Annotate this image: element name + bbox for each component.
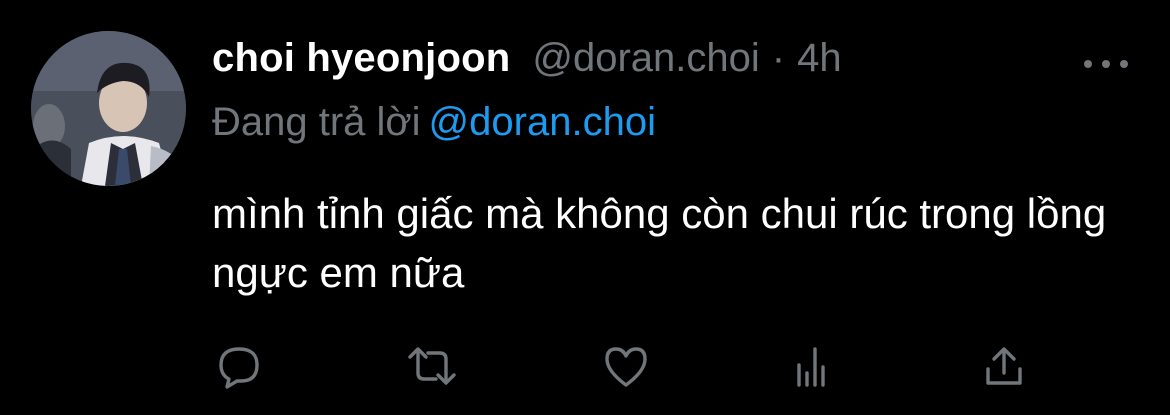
retweet-icon xyxy=(408,347,456,385)
analytics-icon xyxy=(797,347,825,387)
action-bar xyxy=(0,336,1170,396)
avatar[interactable] xyxy=(31,31,186,186)
more-options-icon[interactable] xyxy=(1084,56,1128,72)
display-name[interactable]: choi hyeonjoon xyxy=(212,36,510,81)
tweet-header: choi hyeonjoon @doran.choi · 4h xyxy=(212,36,842,88)
like-icon xyxy=(605,347,647,387)
share-button[interactable] xyxy=(974,336,1034,396)
reply-icon xyxy=(219,347,259,389)
more-dot xyxy=(1084,60,1092,68)
avatar-photo xyxy=(31,31,186,186)
more-dot xyxy=(1102,60,1110,68)
like-button[interactable] xyxy=(596,336,656,396)
user-handle[interactable]: @doran.choi xyxy=(532,36,759,81)
reply-button[interactable] xyxy=(208,336,268,396)
share-icon xyxy=(986,347,1022,385)
retweet-button[interactable] xyxy=(402,336,462,396)
more-dot xyxy=(1120,60,1128,68)
tweet-card[interactable]: choi hyeonjoon @doran.choi · 4h Đang trả… xyxy=(0,0,1170,415)
separator-dot: · xyxy=(771,36,786,80)
tweet-text: mình tỉnh giấc mà không còn chui rúc tro… xyxy=(212,190,1107,296)
reply-prefix: Đang trả lời xyxy=(212,100,421,144)
reply-mention-link[interactable]: @doran.choi xyxy=(429,100,656,144)
timestamp[interactable]: 4h xyxy=(797,36,842,81)
replying-to: Đang trả lời @doran.choi xyxy=(212,100,656,145)
analytics-button[interactable] xyxy=(782,336,842,396)
